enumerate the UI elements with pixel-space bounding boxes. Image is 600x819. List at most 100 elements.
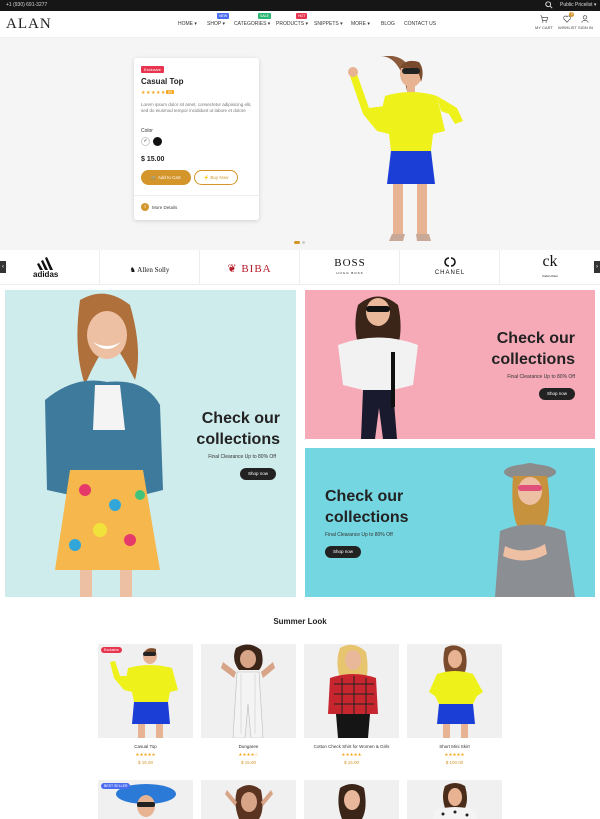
wishlist-label: WISHLIST (558, 25, 577, 30)
color-swatch-white[interactable]: ✓ (141, 137, 150, 146)
sign-in-link[interactable]: SIGN IN (578, 15, 593, 30)
nav-blog[interactable]: BLOG (381, 21, 395, 27)
pricelist-label: Public Pricelist (560, 2, 593, 8)
wishlist-link[interactable]: 0 WISHLIST (558, 12, 577, 30)
brand-ck[interactable]: ck Calvin Klein (500, 250, 600, 285)
pricelist-dropdown[interactable]: Public Pricelist ▾ (560, 2, 596, 8)
banner-heading: Check our collections (325, 486, 445, 528)
shop-now-button[interactable]: Shop now (325, 546, 361, 558)
product-card[interactable]: BEST SELLER (98, 780, 193, 819)
product-image[interactable] (407, 780, 502, 819)
brand-next-arrow[interactable]: › (594, 261, 600, 273)
heading-line: collections (196, 431, 280, 448)
my-cart-link[interactable]: MY CART (535, 15, 553, 30)
product-price: $ 15.00 (137, 760, 153, 765)
cart-label: MY CART (535, 25, 553, 30)
product-card[interactable]: Exclusive Casual Top ★★★★★ $ 15.00 (98, 644, 193, 765)
product-photo (433, 783, 477, 819)
product-card[interactable] (201, 780, 296, 819)
nav-label: SNIPPETS (314, 21, 339, 27)
more-details-link[interactable]: More Details (152, 205, 177, 210)
collection-banner-bottom-right[interactable]: Check our collections Final Clearance Up … (305, 448, 595, 597)
banner-heading: Check our collections (180, 408, 280, 450)
rating-stars: ★★★★★ (141, 90, 166, 96)
product-image[interactable] (201, 644, 296, 738)
brand-name: CHANEL (434, 270, 466, 276)
brand-biba[interactable]: ❦ BIBA (200, 250, 300, 285)
nav-home[interactable]: HOME ▾ (178, 21, 197, 27)
phone-number[interactable]: +1 (930) 691-3277 (6, 2, 47, 8)
biba-logo: ❦ BIBA (227, 263, 272, 275)
allen-solly-logo: ♞ Allen Solly (129, 266, 170, 274)
brand-allen-solly[interactable]: ♞ Allen Solly (100, 250, 200, 285)
user-icon (581, 15, 589, 23)
wishlist-count: 0 (569, 12, 575, 17)
product-image[interactable] (304, 644, 399, 738)
nav-more[interactable]: MORE ▾ (351, 21, 370, 27)
product-card[interactable] (304, 780, 399, 819)
nav-categories[interactable]: SALE CATEGORIES ▾ (234, 13, 271, 27)
collection-banner-top-right[interactable]: Check our collections Final Clearance Up … (305, 290, 595, 439)
nav-label: HOME (178, 21, 193, 27)
cart-icon (540, 15, 548, 23)
buy-now-button[interactable]: ⚡ Buy Now (194, 170, 238, 185)
product-card[interactable] (407, 780, 502, 819)
product-photo (328, 644, 378, 738)
color-swatch-black[interactable] (153, 137, 162, 146)
sign-in-label: SIGN IN (578, 25, 593, 30)
info-icon[interactable]: i (141, 203, 149, 211)
rating-count: (0) (166, 90, 175, 94)
brand-carousel: ‹ adidas ♞ Allen Solly ❦ BIBA BOSS HUGO … (0, 250, 600, 285)
nav-label: SHOP (207, 21, 222, 27)
brand-chanel[interactable]: CHANEL (400, 250, 500, 285)
dot[interactable] (302, 241, 305, 244)
exclusive-tag: Exclusive (141, 66, 164, 73)
product-price: $ 15.00 (343, 760, 359, 765)
banner-model-image (495, 463, 575, 597)
product-image[interactable]: Exclusive (98, 644, 193, 738)
product-photo (338, 784, 366, 819)
product-photo (110, 648, 178, 738)
product-name[interactable]: Short Mini Skirt (407, 744, 502, 749)
nav-label: CATEGORIES (234, 21, 267, 27)
product-name[interactable]: Dungaree (201, 744, 296, 749)
search-icon[interactable] (545, 1, 553, 9)
nav-label: BLOG (381, 21, 395, 27)
heading-line: Check our (325, 488, 404, 505)
heart-icon: 0 (563, 12, 575, 23)
nav-shop[interactable]: NEW SHOP ▾ (207, 13, 230, 27)
product-image[interactable] (407, 644, 502, 738)
banner-model-image (338, 296, 418, 439)
nav-contact-us[interactable]: CONTACT US (404, 21, 436, 27)
collection-banner-left[interactable]: Check our collections Final Clearance Up … (5, 290, 296, 597)
sale-badge: SALE (258, 13, 271, 19)
product-card[interactable]: Cotton Check Shirt for Women & Girls ★★★… (304, 644, 399, 765)
hero-model-image (348, 56, 463, 241)
new-badge: NEW (217, 13, 230, 19)
product-card[interactable]: Short Mini Skirt ★★★★★ $ 100.00 (407, 644, 502, 765)
brand-boss[interactable]: BOSS HUGO BOSS (300, 250, 400, 285)
brand-adidas[interactable]: adidas (0, 250, 100, 285)
product-image[interactable]: BEST SELLER (98, 780, 193, 819)
header: ALAN HOME ▾ NEW SHOP ▾ SALE CATEGORIES ▾ H… (0, 11, 600, 38)
dot-active[interactable] (294, 241, 300, 244)
product-quick-card: Exclusive Casual Top ★★★★★ (0) Lorem ips… (134, 58, 259, 220)
nav-products[interactable]: HOT PRODUCTS ▾ (276, 13, 308, 27)
add-to-cart-button[interactable]: 🛒 Add to Cart (141, 170, 191, 185)
top-bar: +1 (930) 691-3277 Public Pricelist ▾ (0, 0, 600, 11)
exclusive-label: Exclusive (144, 67, 161, 72)
logo[interactable]: ALAN (6, 16, 52, 33)
product-title[interactable]: Casual Top (141, 77, 184, 86)
product-price: $ 100.00 (445, 760, 464, 765)
nav-snippets[interactable]: SNIPPETS ▾ (314, 21, 343, 27)
product-card[interactable]: Dungaree ★★★★☆ $ 15.00 (201, 644, 296, 765)
product-image[interactable] (304, 780, 399, 819)
product-name[interactable]: Cotton Check Shirt for Women & Girls (304, 744, 399, 749)
product-rating: ★★★★☆ (238, 752, 259, 757)
product-image[interactable] (201, 780, 296, 819)
product-name[interactable]: Casual Top (98, 744, 193, 749)
shop-now-button[interactable]: Shop now (240, 468, 276, 480)
shop-now-button[interactable]: Shop now (539, 388, 575, 400)
best-seller-tag: BEST SELLER (101, 783, 131, 789)
product-price: $ 15.00 (141, 156, 165, 163)
